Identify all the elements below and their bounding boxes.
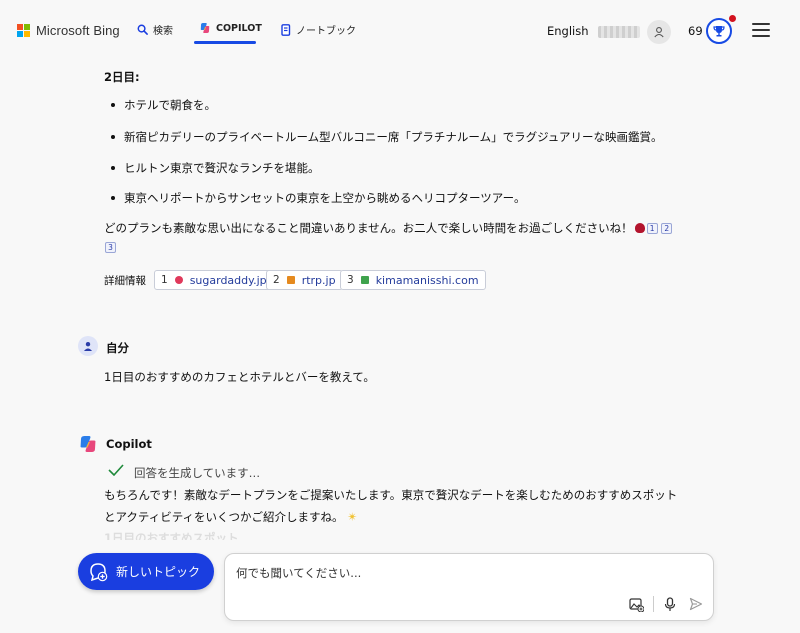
copilot-text-line-2: とアクティビティをいくつかご紹介しますね。 ✴	[104, 509, 357, 525]
generating-status: 回答を生成しています…	[134, 466, 261, 480]
source-number: 1	[161, 274, 168, 286]
brand-name: Microsoft Bing	[36, 23, 120, 38]
bullet-dot	[111, 103, 115, 107]
trophy-icon	[713, 26, 725, 37]
bing-logo[interactable]: Microsoft Bing	[17, 23, 120, 38]
rewards-points[interactable]: 69	[688, 24, 703, 38]
send-button[interactable]	[688, 596, 704, 612]
notification-dot	[729, 15, 736, 22]
menu-line	[752, 29, 770, 31]
copilot-text-line-2-text: とアクティビティをいくつかご紹介しますね。	[104, 510, 344, 524]
tab-notebook-label: ノートブック	[296, 26, 356, 37]
user-name-redacted[interactable]	[598, 26, 640, 38]
hamburger-menu-button[interactable]	[752, 23, 770, 37]
notebook-icon	[281, 23, 291, 36]
microsoft-logo-icon	[17, 24, 30, 37]
search-icon	[137, 24, 148, 35]
closing-line: どのプランも素敵な思い出になること間違いありません。お二人で楽しい時間をお過ごし…	[104, 220, 673, 236]
copilot-icon	[200, 23, 210, 33]
copilot-author: Copilot	[106, 437, 152, 451]
new-topic-label: 新しいトピック	[116, 565, 201, 579]
top-header: Microsoft Bing 検索 COPILOT ノートブック English	[0, 0, 800, 60]
conversation-area[interactable]: 2日目: ホテルで朝食を。 新宿ピカデリーのプライベートルーム型バルコニー席「プ…	[0, 60, 800, 540]
citation-1[interactable]: 1	[646, 223, 658, 234]
source-link-2[interactable]: 2 rtrp.jp	[266, 270, 343, 290]
new-topic-button[interactable]: 新しいトピック	[78, 553, 214, 590]
user-author: 自分	[106, 341, 129, 355]
chat-input[interactable]	[236, 564, 676, 582]
user-avatar	[78, 336, 98, 356]
menu-line	[752, 23, 770, 25]
tab-copilot[interactable]: COPILOT	[199, 22, 262, 34]
user-icon	[84, 342, 92, 351]
source-domain: rtrp.jp	[301, 273, 336, 287]
bullet-dot	[111, 196, 115, 200]
learn-more-label: 詳細情報	[104, 275, 146, 287]
divider	[653, 596, 654, 612]
tab-search[interactable]: 検索	[137, 22, 173, 37]
bullet-item: 新宿ピカデリーのプライベートルーム型バルコニー席「プラチナルーム」でラグジュアリ…	[124, 130, 663, 144]
favicon-icon	[360, 276, 369, 284]
microphone-icon	[664, 596, 676, 611]
source-domain: sugardaddy.jp	[189, 273, 267, 287]
bullet-dot	[111, 135, 115, 139]
bullet-item: ヒルトン東京で贅沢なランチを堪能。	[124, 161, 320, 175]
chat-composer[interactable]	[224, 553, 714, 621]
citation-2[interactable]: 2	[661, 223, 673, 234]
source-number: 2	[273, 274, 280, 286]
source-link-3[interactable]: 3 kimamanisshi.com	[340, 270, 486, 290]
new-chat-icon	[90, 562, 108, 581]
profile-button[interactable]	[647, 20, 671, 44]
citation-3[interactable]: 3	[105, 242, 116, 253]
active-tab-indicator	[194, 41, 256, 44]
citation-wrap-line: 3	[105, 240, 116, 254]
source-domain: kimamanisshi.com	[375, 273, 479, 287]
tab-copilot-label: COPILOT	[216, 22, 262, 34]
day-heading: 2日目:	[104, 70, 140, 84]
menu-line	[752, 35, 770, 37]
favicon-icon	[174, 276, 183, 284]
user-icon	[654, 27, 664, 38]
source-number: 3	[347, 274, 354, 286]
source-link-1[interactable]: 1 sugardaddy.jp	[154, 270, 274, 290]
image-add-icon	[628, 597, 644, 612]
closing-text: どのプランも素敵な思い出になること間違いありません。お二人で楽しい時間をお過ごし…	[104, 221, 633, 235]
copilot-avatar-icon	[80, 436, 96, 452]
rose-emoji-icon	[634, 223, 645, 233]
faded-streaming-text: 1日目のおすすめスポット	[104, 531, 239, 540]
tab-search-label: 検索	[153, 26, 173, 37]
checkmark-icon	[108, 464, 124, 476]
language-selector[interactable]: English	[547, 24, 589, 38]
user-message-text: 1日目のおすすめのカフェとホテルとバーを教えて。	[104, 370, 375, 384]
bullet-item: ホテルで朝食を。	[124, 98, 216, 112]
send-icon	[689, 597, 703, 611]
rewards-button[interactable]	[706, 18, 732, 44]
image-upload-button[interactable]	[628, 596, 644, 612]
tab-notebook[interactable]: ノートブック	[281, 22, 356, 37]
bullet-item: 東京ヘリポートからサンセットの東京を上空から眺めるヘリコプターツアー。	[124, 191, 526, 205]
favicon-icon	[286, 276, 295, 284]
bullet-dot	[111, 166, 115, 170]
copilot-text-line: もちろんです！素敵なデートプランをご提案いたします。東京で贅沢なデートを楽しむた…	[104, 488, 678, 502]
sparkle-emoji-icon: ✴	[347, 510, 358, 524]
voice-input-button[interactable]	[662, 596, 678, 612]
